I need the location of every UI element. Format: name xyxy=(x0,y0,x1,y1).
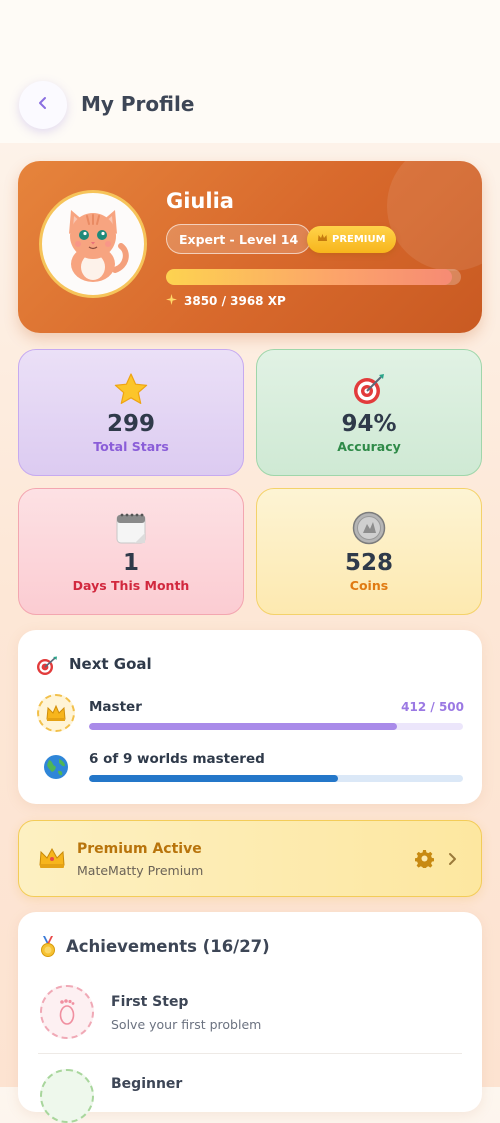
globe-icon xyxy=(37,748,75,786)
stat-value: 528 xyxy=(344,550,393,576)
premium-card[interactable]: Premium Active MateMatty Premium xyxy=(18,820,482,897)
avatar[interactable] xyxy=(39,190,147,298)
stat-card-accuracy: 94% Accuracy xyxy=(256,349,482,476)
stat-card-stars: 299 Total Stars xyxy=(18,349,244,476)
achievement-title: First Step xyxy=(111,994,189,1010)
crown-icon xyxy=(37,694,75,732)
goal-label: Master xyxy=(89,699,142,715)
achievement-subtitle: Solve your first problem xyxy=(111,1017,262,1032)
stat-value: 1 xyxy=(122,550,139,576)
goal-count: 412 / 500 xyxy=(401,700,464,714)
user-name: Giulia xyxy=(166,189,234,213)
decorative-circle xyxy=(387,161,482,271)
premium-badge-label: PREMIUM xyxy=(332,234,386,245)
achievements-title: Achievements (16/27) xyxy=(66,937,270,956)
calendar-icon xyxy=(115,511,147,545)
level-badge: Expert - Level 14 xyxy=(166,224,312,254)
cat-avatar-icon xyxy=(69,210,129,282)
goal-label: 6 of 9 worlds mastered xyxy=(89,751,265,767)
crown-icon xyxy=(38,847,66,873)
goal-progress-bar xyxy=(89,723,463,730)
goal-progress-fill xyxy=(89,723,398,730)
stat-label: Days This Month xyxy=(72,578,190,593)
goal-progress-bar xyxy=(89,775,463,782)
top-bar: My Profile xyxy=(0,0,500,143)
crown-icon xyxy=(317,233,328,246)
star-icon xyxy=(114,372,148,406)
profile-card: Giulia Expert - Level 14 PREMIUM 3850 / … xyxy=(18,161,482,333)
chevron-left-icon xyxy=(35,95,51,115)
badge-icon xyxy=(40,1069,94,1123)
back-button[interactable] xyxy=(19,81,67,129)
gear-icon[interactable] xyxy=(414,849,435,872)
chevron-right-icon xyxy=(447,851,457,870)
premium-subtitle: MateMatty Premium xyxy=(77,863,204,878)
xp-progress-fill xyxy=(166,269,453,285)
page-title: My Profile xyxy=(81,92,195,116)
sparkle-icon xyxy=(166,294,177,308)
achievements-card: Achievements (16/27) First Step Solve yo… xyxy=(18,912,482,1123)
xp-readout: 3850 / 3968 XP xyxy=(166,294,286,308)
next-goal-card: Next Goal Master 412 / 500 6 of 9 worlds… xyxy=(18,630,482,804)
goal-progress-fill xyxy=(89,775,339,782)
premium-badge: PREMIUM xyxy=(307,226,396,253)
next-goal-title: Next Goal xyxy=(69,655,152,673)
target-icon xyxy=(352,372,386,406)
footprint-icon xyxy=(40,985,94,1039)
stat-card-days: 1 Days This Month xyxy=(18,488,244,615)
premium-title: Premium Active xyxy=(77,841,202,857)
target-icon xyxy=(36,656,58,680)
medal-icon xyxy=(40,936,56,962)
xp-text: 3850 / 3968 XP xyxy=(184,294,286,308)
stat-label: Total Stars xyxy=(93,439,169,454)
stat-label: Coins xyxy=(349,578,389,593)
stat-value: 299 xyxy=(106,411,155,437)
coin-icon xyxy=(352,511,386,545)
stat-card-coins: 528 Coins xyxy=(256,488,482,615)
stat-label: Accuracy xyxy=(337,439,401,454)
divider xyxy=(38,1053,462,1054)
achievement-title: Beginner xyxy=(111,1076,183,1092)
xp-progress-bar xyxy=(166,269,461,285)
stat-value: 94% xyxy=(341,411,397,437)
